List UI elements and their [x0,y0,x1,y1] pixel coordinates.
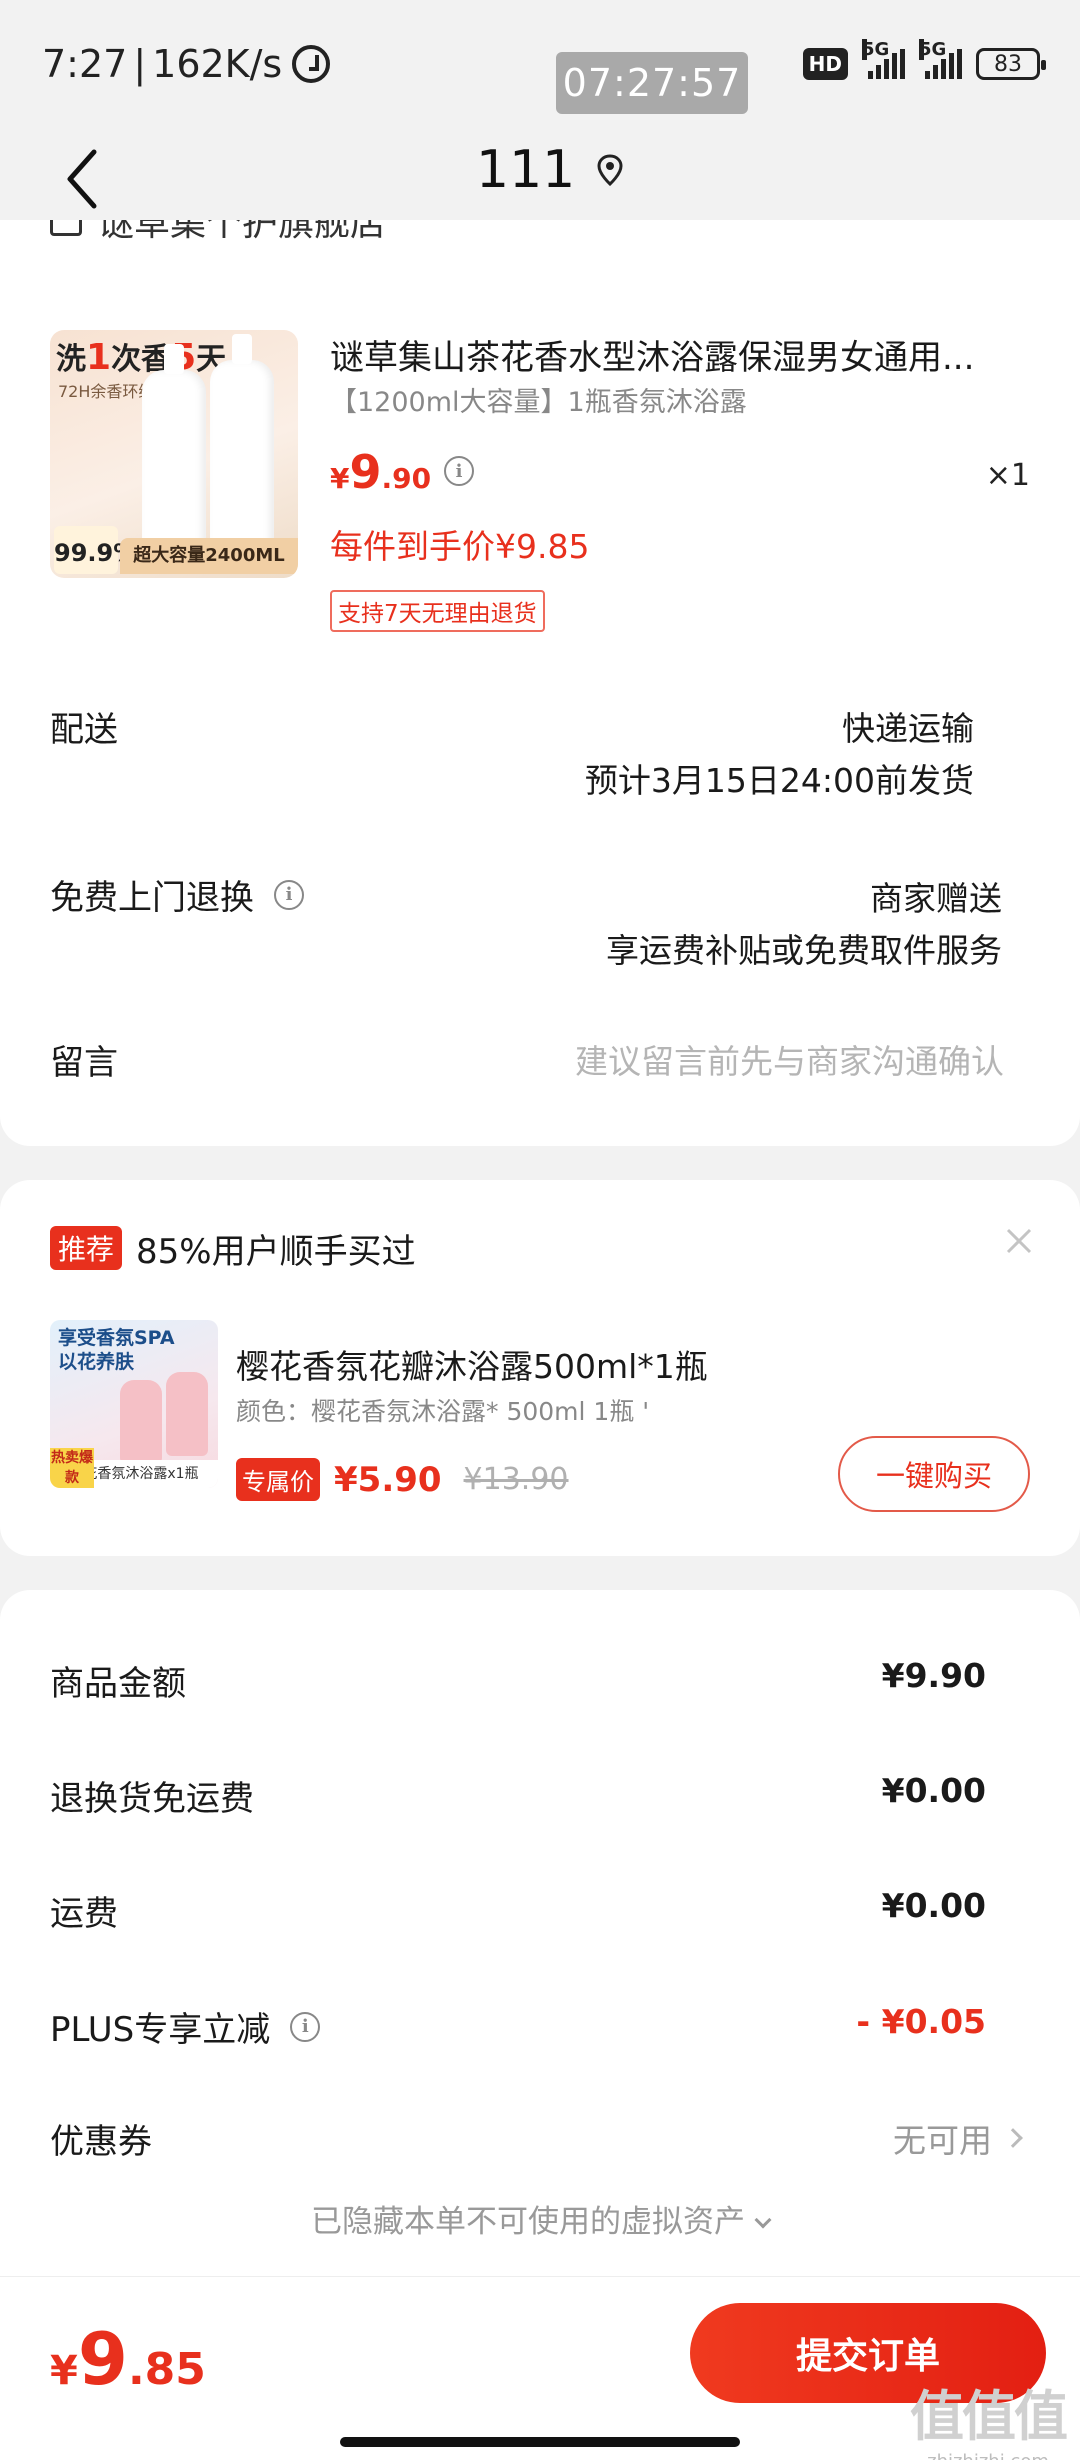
bottle-graphic [142,344,206,550]
summary-label: 退换货免运费 [50,1779,254,1819]
page-title: 111 [476,140,623,200]
recommendation-price: ¥5.90 [334,1459,442,1500]
delivery-label: 配送 [50,710,118,750]
battery-level: 83 [994,51,1022,77]
recommendation-card: 推荐 85%用户顺手买过 享受香氛SPA 以花养肤 樱花香氛沐浴露x1瓶 热卖爆… [0,1180,1080,1556]
summary-value: ¥0.00 [881,1886,986,1925]
shop-icon [50,220,82,236]
status-bar: 7:27 | 162K/s 07:27:57 HD 5G 5G 83 [0,0,1080,130]
summary-value: ¥0.00 [881,1771,986,1810]
close-icon[interactable] [1002,1224,1036,1258]
info-icon[interactable]: i [290,2011,321,2042]
location-pin-icon[interactable] [597,154,623,186]
recommendation-title: 85%用户顺手买过 [136,1232,416,1272]
product-price: ¥ 9 .90 [330,445,432,499]
product-spec[interactable]: 【1200ml大容量】1瓶香氛沐浴露 [330,380,747,419]
bottle-graphic [166,1372,208,1456]
signal-icon: 5G [919,39,962,79]
return-service-detail: 享运费补贴或免费取件服务 [606,931,1002,970]
recommendation-spec: 颜色：樱花香氛沐浴露* 500ml 1瓶 ' [236,1397,650,1426]
product-image-subtext: 72H余香环绕 [58,382,155,401]
one-click-buy-button[interactable]: 一键购买 [838,1436,1030,1512]
coupon-selector[interactable]: 无可用 [893,2114,1023,2162]
hd-icon: HD [802,48,848,80]
plus-discount-label: PLUS专享立减 i [50,2002,321,2051]
product-image[interactable]: 洗1次香5天 72H余香环绕 99.9% 超大容量2400ML [50,330,298,578]
product-title[interactable]: 谜草集山茶花香水型沐浴露保湿男女通用... [330,330,1030,379]
network-speed: 162K/s [152,42,283,86]
return-service-label: 免费上门退换 i [50,870,304,919]
battery-icon: 83 [976,48,1046,80]
recommend-tag: 推荐 [50,1226,123,1270]
chevron-down-icon [754,2211,772,2229]
chevron-right-icon [1003,2128,1023,2148]
delivery-eta[interactable]: 预计3月15日24:00前发货 [585,754,974,802]
hidden-assets-toggle[interactable]: 已隐藏本单不可使用的虚拟资产 [0,2196,1080,2241]
home-indicator[interactable] [340,2437,740,2447]
status-left: 7:27 | 162K/s [42,42,331,86]
product-image-strip: 超大容量2400ML [120,538,298,574]
coupon-label: 优惠券 [50,2122,152,2162]
summary-label: 商品金额 [50,1664,186,1704]
hot-badge: 热卖爆款 [50,1448,94,1488]
message-input[interactable]: 建议留言前先与商家沟通确认 [575,1035,1004,1083]
info-icon[interactable]: i [444,456,474,486]
recommendation-price-row: 专属价 ¥5.90 ¥13.90 [236,1458,569,1501]
status-right: HD 5G 5G 83 [802,39,1046,80]
signal-icon: 5G [862,39,905,79]
product-quantity: ×1 [985,458,1030,493]
summary-label: 运费 [50,1894,118,1934]
watermark-site: zhizhizhi.com [910,2451,1066,2460]
exclusive-price-tag: 专属价 [236,1458,320,1501]
message-label: 留言 [50,1043,118,1083]
return-policy-tag: 支持7天无理由退货 [330,590,545,632]
bottle-graphic [210,334,274,550]
network-type-2: 5G [919,39,947,60]
watermark-logo: 值值值 [910,2385,1068,2448]
total-price: ¥ 9 .85 [50,2317,206,2401]
order-card: 谜草集个护旗舰店 洗1次香5天 72H余香环绕 99.9% 超大容量2400ML… [0,220,1080,1146]
info-icon[interactable]: i [274,879,304,910]
plus-discount-value: - ¥0.05 [856,2002,986,2041]
clock-overlay: 07:27:57 [556,52,748,114]
status-time: 7:27 [42,42,128,86]
bottle-graphic [120,1380,162,1464]
shop-name: 谜草集个护旗舰店 [98,220,387,244]
shop-row[interactable]: 谜草集个护旗舰店 [50,220,650,250]
network-type-1: 5G [862,39,890,60]
coupon-value: 无可用 [893,2121,992,2160]
recommendation-old-price: ¥13.90 [463,1462,569,1497]
watermark: 值值值 zhizhizhi.com [910,2372,1068,2460]
recommendation-name[interactable]: 樱花香氛花瓣沐浴露500ml*1瓶 [236,1340,708,1388]
delivery-method[interactable]: 快递运输 [842,702,974,750]
summary-value: ¥9.90 [881,1656,986,1695]
address-title: 111 [476,140,576,200]
return-service-value: 商家赠送 [870,879,1002,918]
alarm-icon [292,45,331,83]
each-price: 每件到手价¥9.85 [330,527,590,566]
product-image-badge: 99.9% [54,526,137,574]
recommendation-image[interactable]: 享受香氛SPA 以花养肤 樱花香氛沐浴露x1瓶 热卖爆款 [50,1320,218,1488]
chevron-left-icon[interactable] [58,144,108,214]
price-summary-card: 商品金额 ¥9.90 退换货免运费 ¥0.00 运费 ¥0.00 PLUS专享立… [0,1590,1080,2290]
